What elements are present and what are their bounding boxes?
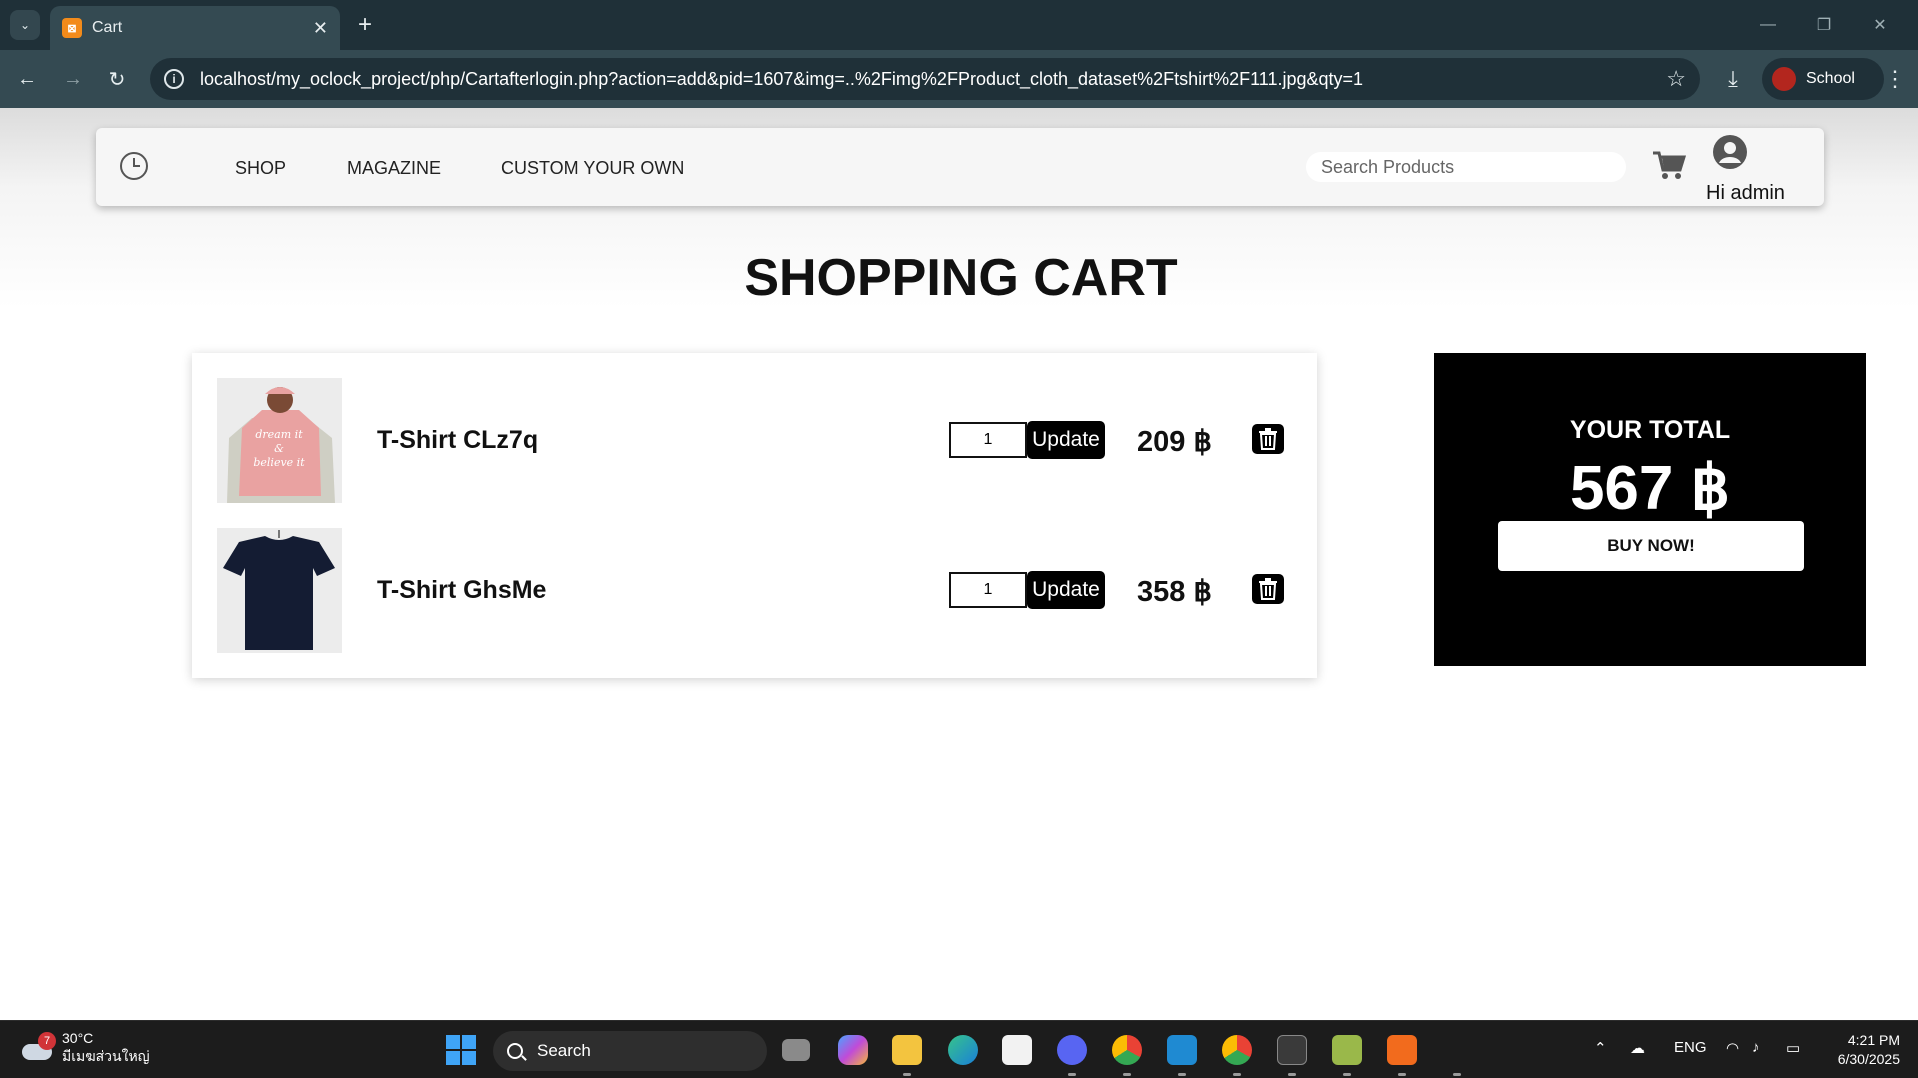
item-price: 358 ฿: [1137, 576, 1212, 608]
discord-icon[interactable]: [1057, 1035, 1087, 1065]
address-bar[interactable]: i localhost/my_oclock_project/php/Cartaf…: [150, 58, 1700, 100]
search-input[interactable]: [1306, 152, 1626, 182]
onedrive-offline-icon[interactable]: ☁: [1630, 1039, 1645, 1057]
chrome-icon[interactable]: [1112, 1035, 1142, 1065]
close-window-icon[interactable]: ✕: [1852, 8, 1908, 42]
weather-location: มีเมฆส่วนใหญ่: [62, 1048, 150, 1064]
xampp-icon[interactable]: [1387, 1035, 1417, 1065]
clock-date: 6/30/2025: [1837, 1051, 1900, 1067]
restore-icon[interactable]: ❐: [1796, 8, 1852, 42]
xampp-favicon-icon: ⊠: [62, 18, 82, 38]
forward-icon[interactable]: →: [58, 64, 88, 94]
more-menu-icon[interactable]: ⋮: [1880, 64, 1910, 94]
tab-search-button[interactable]: ⌄: [10, 10, 40, 40]
site-navbar: SHOP MAGAZINE CUSTOM YOUR OWN Hi admin: [96, 128, 1824, 206]
clock-time: 4:21 PM: [1847, 1032, 1900, 1048]
svg-text:believe it: believe it: [253, 456, 305, 469]
language-indicator[interactable]: ENG: [1674, 1039, 1707, 1056]
browser-toolbar: ← → ↻ i localhost/my_oclock_project/php/…: [0, 50, 1918, 108]
microsoft-store-icon[interactable]: [1002, 1035, 1032, 1065]
total-amount: 567 ฿: [1569, 454, 1731, 523]
show-hidden-icons-icon[interactable]: ⌃: [1594, 1039, 1607, 1057]
buy-now-button[interactable]: BUY NOW!: [1498, 521, 1804, 571]
back-icon[interactable]: ←: [12, 64, 42, 94]
tab-title: Cart: [92, 19, 123, 36]
battery-icon[interactable]: ▭: [1786, 1039, 1800, 1057]
product-image: [217, 528, 342, 653]
site-info-icon[interactable]: i: [164, 69, 184, 89]
cart-item-row: T-Shirt GhsMe Update 358 ฿: [217, 528, 1297, 653]
window-controls: — ❐ ✕: [1740, 8, 1908, 42]
file-explorer-icon[interactable]: [892, 1035, 922, 1065]
svg-text:&: &: [274, 442, 284, 455]
download-icon[interactable]: ⤓: [1718, 64, 1748, 94]
taskbar-search[interactable]: Search: [493, 1031, 767, 1071]
address-url[interactable]: localhost/my_oclock_project/php/Cartafte…: [200, 69, 1666, 90]
svg-text:dream it: dream it: [255, 428, 303, 441]
nav-shop[interactable]: SHOP: [235, 158, 286, 179]
cart-items-panel: dream it & believe it T-Shirt CLz7q Upda…: [192, 353, 1317, 678]
delete-trash-icon[interactable]: [1252, 574, 1284, 604]
new-tab-button[interactable]: +: [350, 10, 380, 40]
item-price: 209 ฿: [1137, 426, 1212, 458]
taskbar-search-label: Search: [537, 1041, 591, 1060]
task-view-icon[interactable]: [782, 1039, 810, 1061]
user-greeting: Hi admin: [1706, 182, 1785, 204]
order-summary-box: YOUR TOTAL 567 ฿ BUY NOW!: [1434, 353, 1866, 666]
chrome-profile-icon[interactable]: [1222, 1035, 1252, 1065]
product-name: T-Shirt CLz7q: [377, 426, 539, 454]
close-tab-icon[interactable]: ✕: [313, 18, 328, 39]
cloudy-weather-icon: 7: [20, 1032, 56, 1062]
update-button[interactable]: Update: [1027, 421, 1105, 459]
browser-tab-cart[interactable]: ⊠ Cart ✕: [50, 6, 340, 50]
product-name: T-Shirt GhsMe: [377, 576, 547, 604]
quantity-input[interactable]: [949, 572, 1027, 608]
page-viewport: SHOP MAGAZINE CUSTOM YOUR OWN Hi admin S…: [0, 108, 1918, 1020]
user-account-icon[interactable]: [1712, 134, 1748, 175]
weather-badge: 7: [38, 1032, 56, 1050]
cart-item-row: dream it & believe it T-Shirt CLz7q Upda…: [217, 378, 1297, 503]
clock-logo-icon[interactable]: [120, 152, 148, 180]
copilot-icon[interactable]: [838, 1035, 868, 1065]
windows-taskbar: 7 30°C มีเมฆส่วนใหญ่ Search ⌃ ☁ ENG ◠ ♪ …: [0, 1020, 1918, 1078]
reload-icon[interactable]: ↻: [102, 64, 132, 94]
total-label: YOUR TOTAL: [1569, 416, 1731, 444]
cart-icon[interactable]: [1652, 150, 1687, 185]
system-clock[interactable]: 4:21 PM 6/30/2025: [1820, 1031, 1900, 1069]
browser-tab-bar: ⌄ ⊠ Cart ✕ + — ❐ ✕: [0, 0, 1918, 50]
notepad-plus-plus-icon[interactable]: [1332, 1035, 1362, 1065]
volume-icon[interactable]: ♪: [1752, 1039, 1760, 1056]
edge-browser-icon[interactable]: [948, 1035, 978, 1065]
page-title: SHOPPING CART: [744, 249, 1178, 307]
wifi-icon[interactable]: ◠: [1726, 1039, 1739, 1057]
product-image: dream it & believe it: [217, 378, 342, 503]
search-icon: [507, 1043, 523, 1059]
bookmark-star-icon[interactable]: ☆: [1666, 66, 1686, 92]
vscode-icon[interactable]: [1167, 1035, 1197, 1065]
update-button[interactable]: Update: [1027, 571, 1105, 609]
terminal-icon[interactable]: [1277, 1035, 1307, 1065]
profile-avatar: [1772, 67, 1796, 91]
nav-custom-your-own[interactable]: CUSTOM YOUR OWN: [501, 158, 684, 179]
profile-name: School: [1806, 70, 1855, 87]
delete-trash-icon[interactable]: [1252, 424, 1284, 454]
nav-magazine[interactable]: MAGAZINE: [347, 158, 441, 179]
quantity-input[interactable]: [949, 422, 1027, 458]
weather-temperature: 30°C: [62, 1030, 94, 1046]
profile-button[interactable]: School: [1762, 58, 1884, 100]
weather-widget[interactable]: 7 30°C มีเมฆส่วนใหญ่: [20, 1029, 150, 1065]
windows-start-icon[interactable]: [446, 1035, 476, 1065]
minimize-icon[interactable]: —: [1740, 8, 1796, 42]
